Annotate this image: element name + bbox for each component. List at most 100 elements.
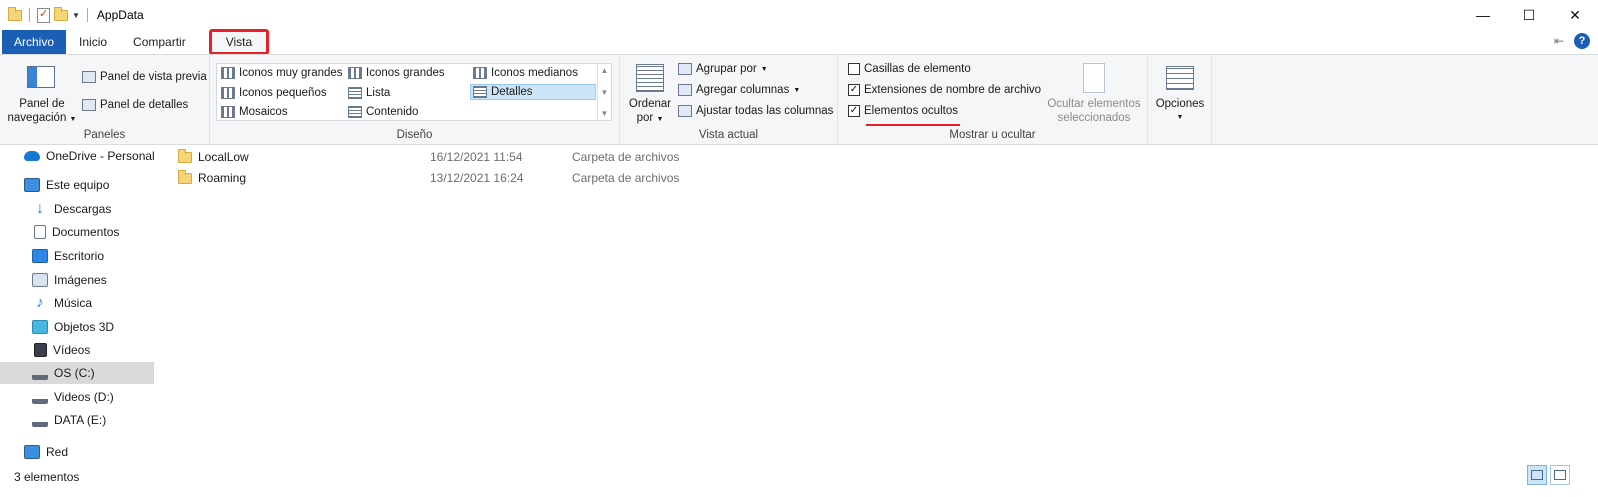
file-type: Carpeta de archivos [572,150,680,164]
help-icon[interactable]: ? [1574,33,1590,49]
nav-item-label: Videos (D:) [54,390,114,404]
minimize-button[interactable]: — [1460,0,1506,30]
preview-pane-button[interactable]: Panel de vista previa [82,71,207,83]
group-by-label: Agrupar por [696,63,757,75]
layout-tiles[interactable]: Mosaicos [221,106,288,118]
chevron-down-icon: ▼ [656,116,664,123]
table-row[interactable]: LocalLow 16/12/2021 11:54 Carpeta de arc… [157,146,1598,168]
tab-inicio[interactable]: Inicio [66,30,120,54]
hidden-items-toggle[interactable]: ✓ Elementos ocultos [848,105,958,117]
chevron-down-icon: ▼ [69,116,77,123]
nav-item-label: Escritorio [54,249,105,263]
add-columns-label: Agregar columnas [696,84,790,96]
tab-archivo[interactable]: Archivo [2,30,67,54]
options-button[interactable]: Opciones ▼ [1150,97,1210,125]
nav-item-label: DATA (E:) [54,413,107,427]
properties-icon[interactable] [37,7,50,23]
nav-item-label: Este equipo [46,178,110,192]
nav-item-videos-d[interactable]: Videos (D:) [0,386,114,408]
layout-content[interactable]: Contenido [348,106,418,118]
ribbon-tabs-right: ⇤ ? [1554,33,1590,49]
details-view-button[interactable] [1527,465,1547,485]
nav-item-data-e[interactable]: DATA (E:) [0,409,106,431]
nav-item-videos[interactable]: Vídeos [0,339,90,361]
add-columns-button[interactable]: Agregar columnas ▼ [678,84,800,96]
file-name-cell: Roaming [178,169,246,185]
hidden-items-checkbox[interactable]: ✓ [848,105,860,117]
sort-by-icon[interactable] [636,64,664,92]
large-icons-icon [348,67,362,79]
view-toggles [1527,465,1570,485]
fit-columns-button[interactable]: Ajustar todas las columnas [678,105,833,117]
file-date: 16/12/2021 11:54 [430,150,523,164]
nav-item-pictures[interactable]: Imágenes [0,269,107,291]
large-icons-view-button[interactable] [1550,465,1570,485]
file-extensions-label: Extensiones de nombre de archivo [864,84,1042,96]
file-extensions-toggle[interactable]: ✓ Extensiones de nombre de archivo [848,84,1041,96]
nav-item-music[interactable]: ♪ Música [0,292,92,314]
file-name-cell: LocalLow [178,148,249,164]
nav-item-this-pc[interactable]: Este equipo [0,174,109,196]
layout-small-icons[interactable]: Iconos pequeños [221,87,327,99]
navigation-pane-button[interactable]: Panel de navegación ▼ [6,97,78,127]
chevron-down-icon: ▼ [793,86,801,94]
maximize-button[interactable]: ☐ [1506,0,1552,30]
scroll-down-icon[interactable]: ▼ [601,88,609,97]
options-icon[interactable] [1166,66,1194,90]
onedrive-icon [24,151,40,161]
sort-by-button[interactable]: Ordenar por ▼ [624,97,676,127]
nav-item-onedrive[interactable]: OneDrive - Personal [0,145,155,167]
layout-list[interactable]: Lista [348,87,390,99]
navigation-pane-icon[interactable] [27,66,55,88]
separator [29,8,30,22]
tab-compartir[interactable]: Compartir [120,30,199,54]
scroll-up-icon[interactable]: ▲ [601,66,609,75]
layout-details[interactable]: Detalles [470,84,596,100]
folder-icon [178,148,192,163]
highlight-underline [866,124,960,126]
expand-ribbon-icon[interactable]: ⇤ [1554,34,1564,48]
layout-gallery-scroll[interactable]: ▲ ▼ ▼ [597,64,611,120]
more-icon[interactable]: ▼ [601,109,609,118]
3d-objects-icon [32,320,48,334]
customize-toolbar-icon[interactable]: ▼ [72,11,80,20]
file-extensions-checkbox[interactable]: ✓ [848,84,860,96]
close-button[interactable]: ✕ [1552,0,1598,30]
hide-selected-icon [1083,63,1105,93]
nav-item-documents[interactable]: Documentos [0,221,119,243]
navigation-pane-label-line2: navegación [7,112,67,124]
layout-medium-icons[interactable]: Iconos medianos [473,67,578,79]
tab-vista[interactable]: Vista [208,29,270,55]
pictures-icon [32,273,48,287]
large-icons-view-icon [1554,470,1566,480]
nav-item-os-c[interactable]: OS (C:) [0,362,154,384]
nav-item-label: OneDrive - Personal [46,149,155,163]
folder-icon [8,6,22,21]
nav-item-downloads[interactable]: ↓ Descargas [0,198,111,220]
separator [86,8,88,22]
layout-small-icons-label: Iconos pequeños [239,87,327,99]
desktop-icon [32,249,48,263]
folder-icon [178,169,192,184]
file-list: LocalLow 16/12/2021 11:54 Carpeta de arc… [157,145,1598,465]
sort-by-label-line2: por [636,112,654,124]
nav-item-3d-objects[interactable]: Objetos 3D [0,316,114,338]
status-bar: 3 elementos [0,465,1598,489]
layout-large-icons[interactable]: Iconos grandes [348,67,445,79]
item-checkboxes-checkbox[interactable] [848,63,860,75]
group-by-button[interactable]: Agrupar por ▼ [678,63,768,75]
drive-icon [32,390,48,404]
nav-item-network[interactable]: Red [0,441,68,463]
item-checkboxes-toggle[interactable]: Casillas de elemento [848,63,971,75]
network-icon [24,445,40,459]
layout-gallery: Iconos muy grandes Iconos grandes Iconos… [216,63,612,121]
music-icon: ♪ [36,294,44,311]
nav-item-desktop[interactable]: Escritorio [0,245,104,267]
hide-selected-button: Ocultar elementos seleccionados [1040,97,1148,125]
table-row[interactable]: Roaming 13/12/2021 16:24 Carpeta de arch… [157,167,1598,189]
preview-pane-icon [82,71,96,83]
layout-extra-large-icons[interactable]: Iconos muy grandes [221,67,343,79]
layout-large-icons-label: Iconos grandes [366,67,445,79]
details-pane-button[interactable]: Panel de detalles [82,99,188,111]
new-folder-icon[interactable] [54,6,68,21]
